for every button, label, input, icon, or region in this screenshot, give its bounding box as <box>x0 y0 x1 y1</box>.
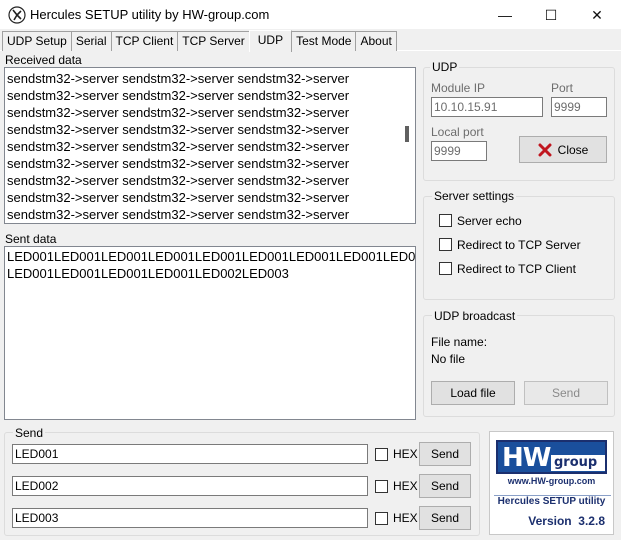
logo-url: www.HW-group.com <box>507 476 596 486</box>
redirect-tcp-server-label: Redirect to TCP Server <box>457 238 581 252</box>
sent-data-label: Sent data <box>5 232 57 246</box>
maximize-icon: ☐ <box>544 6 558 23</box>
hex-label-1: HEX <box>393 447 418 461</box>
sent-data-area[interactable]: LED001LED001LED001LED001LED001LED001LED0… <box>4 246 416 420</box>
tab-bar: UDP Setup Serial TCP Client TCP Server U… <box>2 30 397 52</box>
send-input-1[interactable]: LED001 <box>12 444 368 464</box>
file-name-value: No file <box>431 352 466 366</box>
tab-tcp-client[interactable]: TCP Client <box>110 31 179 51</box>
hercules-app-icon <box>8 6 26 24</box>
tab-tcp-server[interactable]: TCP Server <box>177 31 250 51</box>
received-data-area[interactable]: sendstm32->server sendstm32->server send… <box>4 67 416 224</box>
close-connection-button[interactable]: Close <box>519 136 607 163</box>
received-line: sendstm32->server sendstm32->server send… <box>7 139 350 154</box>
send-group-title: Send <box>13 426 46 440</box>
received-line: sendstm32->server sendstm32->server send… <box>7 122 350 137</box>
local-port-field[interactable]: 9999 <box>431 141 487 161</box>
sent-line: LED001LED001LED001LED001LED002LED003 <box>7 266 289 281</box>
logo-product: Hercules SETUP utility <box>497 496 606 507</box>
close-window-button[interactable]: ✕ <box>574 0 620 30</box>
server-settings-title: Server settings <box>432 189 517 203</box>
logo-banner: HW group <box>496 440 607 474</box>
redirect-tcp-client-label: Redirect to TCP Client <box>457 262 576 276</box>
send-button-3[interactable]: Send <box>419 506 471 530</box>
udp-group-title: UDP <box>430 60 460 74</box>
sent-line: LED001LED001LED001LED001LED001LED001LED0… <box>7 249 416 264</box>
udp-broadcast-title: UDP broadcast <box>432 309 518 323</box>
local-port-label: Local port <box>431 125 484 139</box>
received-line: sendstm32->server sendstm32->server send… <box>7 173 350 188</box>
received-scrollbar-thumb[interactable] <box>405 126 409 142</box>
hw-group-logo: HW group www.HW-group.com Hercules SETUP… <box>489 431 614 535</box>
logo-group-strip: group <box>551 455 605 471</box>
close-icon: ✕ <box>591 6 603 23</box>
tab-about[interactable]: About <box>355 31 397 51</box>
received-data-label: Received data <box>5 53 82 67</box>
redirect-tcp-server-checkbox[interactable] <box>439 238 452 251</box>
module-ip-label: Module IP <box>431 81 486 95</box>
server-echo-label: Server echo <box>457 214 522 228</box>
send-input-3[interactable]: LED003 <box>12 508 368 528</box>
maximize-button[interactable]: ☐ <box>528 0 574 30</box>
send-button-1[interactable]: Send <box>419 442 471 466</box>
close-button-label: Close <box>557 142 589 157</box>
window-title: Hercules SETUP utility by HW-group.com <box>30 7 270 22</box>
port-label: Port <box>551 81 574 95</box>
tab-serial[interactable]: Serial <box>70 31 112 51</box>
redirect-tcp-client-checkbox[interactable] <box>439 262 452 275</box>
minimize-icon: — <box>498 7 512 23</box>
file-name-label: File name: <box>431 335 488 349</box>
hex-label-2: HEX <box>393 479 418 493</box>
hex-checkbox-2[interactable] <box>375 480 388 493</box>
red-x-icon <box>538 143 552 156</box>
logo-hw-text: HW <box>502 443 551 473</box>
server-echo-checkbox[interactable] <box>439 214 452 227</box>
load-file-button[interactable]: Load file <box>431 381 515 405</box>
hex-checkbox-1[interactable] <box>375 448 388 461</box>
logo-version: Version 3.2.8 <box>528 514 605 528</box>
received-line: sendstm32->server sendstm32->server send… <box>7 88 350 103</box>
port-field[interactable]: 9999 <box>551 97 607 117</box>
received-line: sendstm32->server sendstm32->server send… <box>7 105 350 120</box>
tab-test-mode[interactable]: Test Mode <box>291 31 357 51</box>
tab-udp-setup[interactable]: UDP Setup <box>2 31 72 51</box>
broadcast-send-button[interactable]: Send <box>524 381 608 405</box>
send-button-2[interactable]: Send <box>419 474 471 498</box>
received-line: sendstm32->server sendstm32->server send… <box>7 156 350 171</box>
logo-group-text: group <box>554 455 598 470</box>
received-line: sendstm32->server sendstm32->server send… <box>7 71 350 86</box>
send-input-2[interactable]: LED002 <box>12 476 368 496</box>
module-ip-field[interactable]: 10.10.15.91 <box>431 97 543 117</box>
hex-label-3: HEX <box>393 511 418 525</box>
hex-checkbox-3[interactable] <box>375 512 388 525</box>
received-line: sendstm32->server sendstm32->server send… <box>7 207 350 222</box>
minimize-button[interactable]: — <box>482 0 528 30</box>
tab-udp[interactable]: UDP <box>248 30 293 52</box>
received-line: sendstm32->server sendstm32->server send… <box>7 190 350 205</box>
